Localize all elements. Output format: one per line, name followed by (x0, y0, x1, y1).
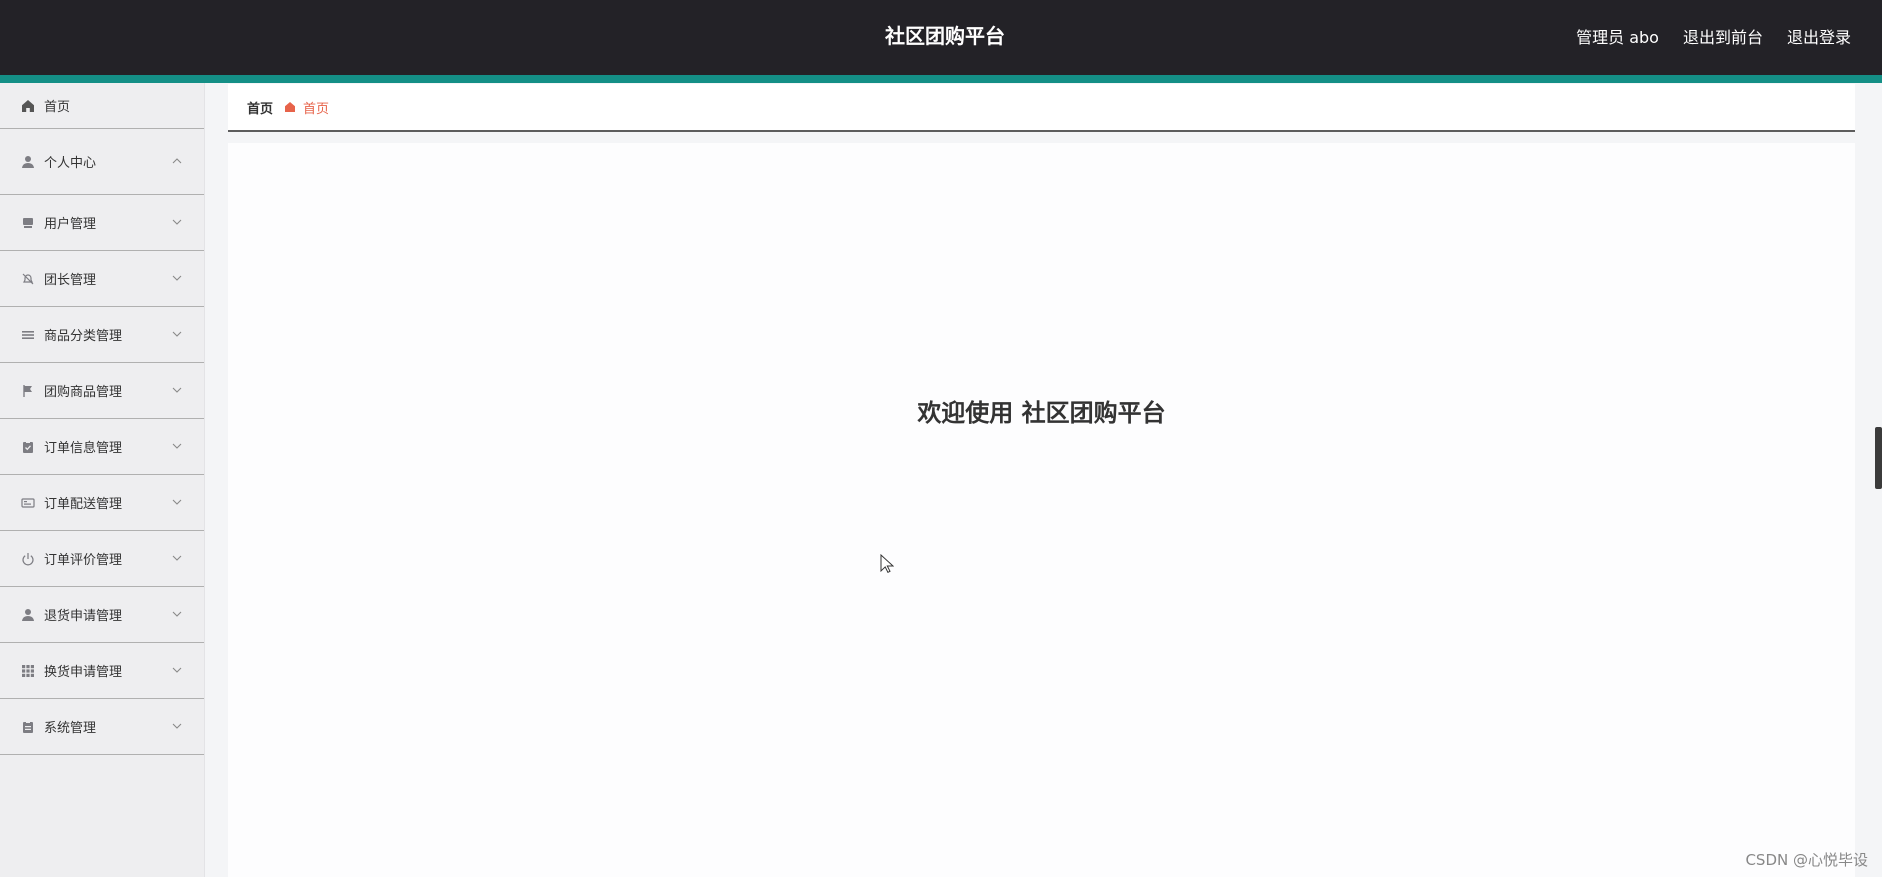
chevron-down-icon (171, 608, 183, 620)
sidebar-item-return-requests[interactable]: 退货申请管理 (0, 587, 204, 643)
sidebar-item-label: 订单配送管理 (44, 497, 123, 512)
sidebar-item-exchange-requests[interactable]: 换货申请管理 (0, 643, 204, 699)
flag-icon (20, 383, 36, 399)
chevron-down-icon (171, 272, 183, 284)
chevron-down-icon (171, 216, 183, 228)
sidebar-item-order-delivery[interactable]: 订单配送管理 (0, 475, 204, 531)
back-to-frontend-link[interactable]: 退出到前台 (1683, 24, 1763, 48)
power-icon (20, 551, 36, 567)
breadcrumb-home-icon (283, 100, 297, 114)
sidebar-item-label: 退货申请管理 (44, 609, 123, 624)
main-content: 欢迎使用 社区团购平台 (228, 143, 1855, 877)
chevron-down-icon (171, 664, 183, 676)
sidebar-item-order-info[interactable]: 订单信息管理 (0, 419, 204, 475)
sidebar-item-home[interactable]: 首页 (0, 83, 204, 129)
sidebar-item-category-management[interactable]: 商品分类管理 (0, 307, 204, 363)
top-accent-stripe (0, 75, 1882, 83)
grid-icon (20, 663, 36, 679)
sidebar: 首页 个人中心 用户管理 团长管理 商品分类管理 团购商品管理 订单信息管理 订… (0, 83, 205, 877)
sidebar-item-group-products[interactable]: 团购商品管理 (0, 363, 204, 419)
breadcrumb-home[interactable]: 首页 (247, 98, 273, 117)
sidebar-item-user-management[interactable]: 用户管理 (0, 195, 204, 251)
chevron-down-icon (171, 496, 183, 508)
sidebar-item-label: 团购商品管理 (44, 385, 123, 400)
welcome-message: 欢迎使用 社区团购平台 (917, 399, 1166, 427)
top-actions: 管理员 abo 退出到前台 退出登录 (1576, 0, 1851, 72)
clipboard-icon (20, 719, 36, 735)
bell-off-icon (20, 271, 36, 287)
sidebar-item-label: 首页 (44, 100, 71, 115)
chevron-down-icon (171, 384, 183, 396)
logout-link[interactable]: 退出登录 (1787, 24, 1851, 48)
sidebar-item-label: 团长管理 (44, 273, 97, 288)
user-icon (20, 154, 36, 170)
chevron-down-icon (171, 720, 183, 732)
chevron-up-icon (171, 155, 183, 167)
home-icon (20, 98, 36, 114)
admin-label: 管理员 abo (1576, 28, 1659, 47)
sidebar-item-label: 系统管理 (44, 721, 97, 736)
users-management-icon (20, 215, 36, 231)
page-scrollbar[interactable] (1875, 427, 1882, 489)
sidebar-item-profile[interactable]: 个人中心 (0, 129, 204, 195)
clipboard-check-icon (20, 439, 36, 455)
sidebar-item-order-review[interactable]: 订单评价管理 (0, 531, 204, 587)
chevron-down-icon (171, 328, 183, 340)
person-icon (20, 607, 36, 623)
sidebar-item-label: 用户管理 (44, 217, 97, 232)
sidebar-item-leader-management[interactable]: 团长管理 (0, 251, 204, 307)
sidebar-item-label: 订单评价管理 (44, 553, 123, 568)
chevron-down-icon (171, 440, 183, 452)
sidebar-item-label: 商品分类管理 (44, 329, 123, 344)
id-card-icon (20, 495, 36, 511)
mouse-cursor-icon (880, 553, 895, 574)
chevron-down-icon (171, 552, 183, 564)
breadcrumb-current: 首页 (303, 101, 330, 117)
sidebar-item-label: 订单信息管理 (44, 441, 123, 456)
list-icon (20, 327, 36, 343)
watermark: CSDN @心悦毕设 (1745, 851, 1868, 869)
breadcrumb: 首页 首页 (228, 84, 1855, 132)
sidebar-item-system-management[interactable]: 系统管理 (0, 699, 204, 755)
sidebar-item-label: 换货申请管理 (44, 665, 123, 680)
sidebar-item-label: 个人中心 (44, 156, 97, 171)
